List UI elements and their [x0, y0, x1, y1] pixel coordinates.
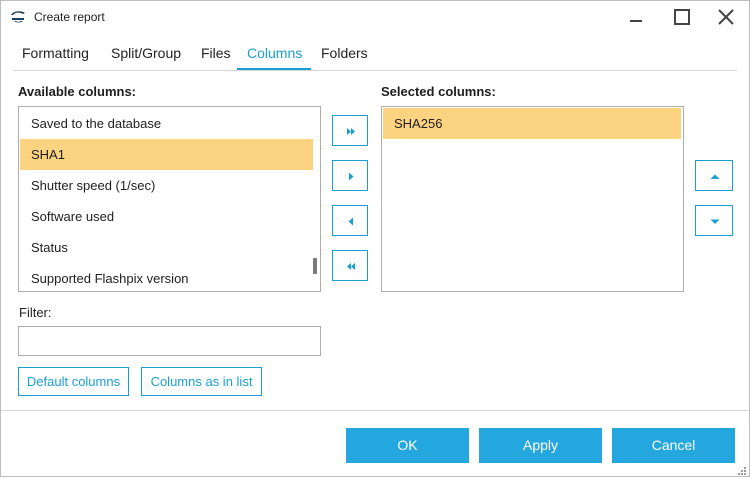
list-item-selected[interactable]: SHA256 [383, 108, 681, 139]
tab-divider [13, 70, 737, 71]
window-title: Create report [34, 10, 105, 24]
close-button[interactable] [714, 5, 738, 29]
list-item-selected[interactable]: SHA1 [20, 139, 313, 170]
minimize-button[interactable] [624, 5, 648, 29]
tab-columns[interactable]: Columns [247, 45, 302, 61]
list-item[interactable]: Software used [20, 201, 313, 232]
list-item[interactable]: Saved to the database [20, 108, 313, 139]
title-bar: Create report [1, 1, 749, 33]
default-columns-button[interactable]: Default columns [18, 367, 129, 396]
selected-columns-list[interactable]: SHA256 [381, 106, 684, 292]
columns-as-in-list-button[interactable]: Columns as in list [141, 367, 262, 396]
available-columns-list[interactable]: Saved to the database SHA1 Shutter speed… [18, 106, 321, 292]
footer-divider [1, 410, 749, 411]
filter-label: Filter: [19, 305, 52, 320]
tab-formatting[interactable]: Formatting [22, 45, 89, 61]
list-item[interactable]: Status [20, 232, 313, 263]
tab-bar: Formatting Split/Group Files Columns Fol… [1, 37, 749, 71]
tab-files[interactable]: Files [201, 45, 231, 61]
list-item[interactable]: Supported Flashpix version [20, 263, 313, 291]
tab-split-group[interactable]: Split/Group [111, 45, 181, 61]
add-button[interactable] [332, 160, 368, 191]
maximize-button[interactable] [670, 5, 694, 29]
remove-all-button[interactable] [332, 250, 368, 281]
app-logo-icon [10, 10, 26, 24]
add-all-button[interactable] [332, 115, 368, 146]
list-item[interactable]: Shutter speed (1/sec) [20, 170, 313, 201]
cancel-button[interactable]: Cancel [612, 428, 735, 463]
resize-grip-icon[interactable] [737, 464, 747, 475]
available-columns-label: Available columns: [18, 84, 136, 99]
move-up-button[interactable] [695, 160, 733, 191]
remove-button[interactable] [332, 205, 368, 236]
selected-columns-label: Selected columns: [381, 84, 496, 99]
ok-button[interactable]: OK [346, 428, 469, 463]
tab-folders[interactable]: Folders [321, 45, 368, 61]
create-report-dialog: Create report Formatting Split/Group Fil… [0, 0, 750, 477]
apply-button[interactable]: Apply [479, 428, 602, 463]
list-scrollbar-thumb[interactable] [313, 258, 317, 274]
filter-input[interactable] [18, 326, 321, 356]
move-down-button[interactable] [695, 205, 733, 236]
